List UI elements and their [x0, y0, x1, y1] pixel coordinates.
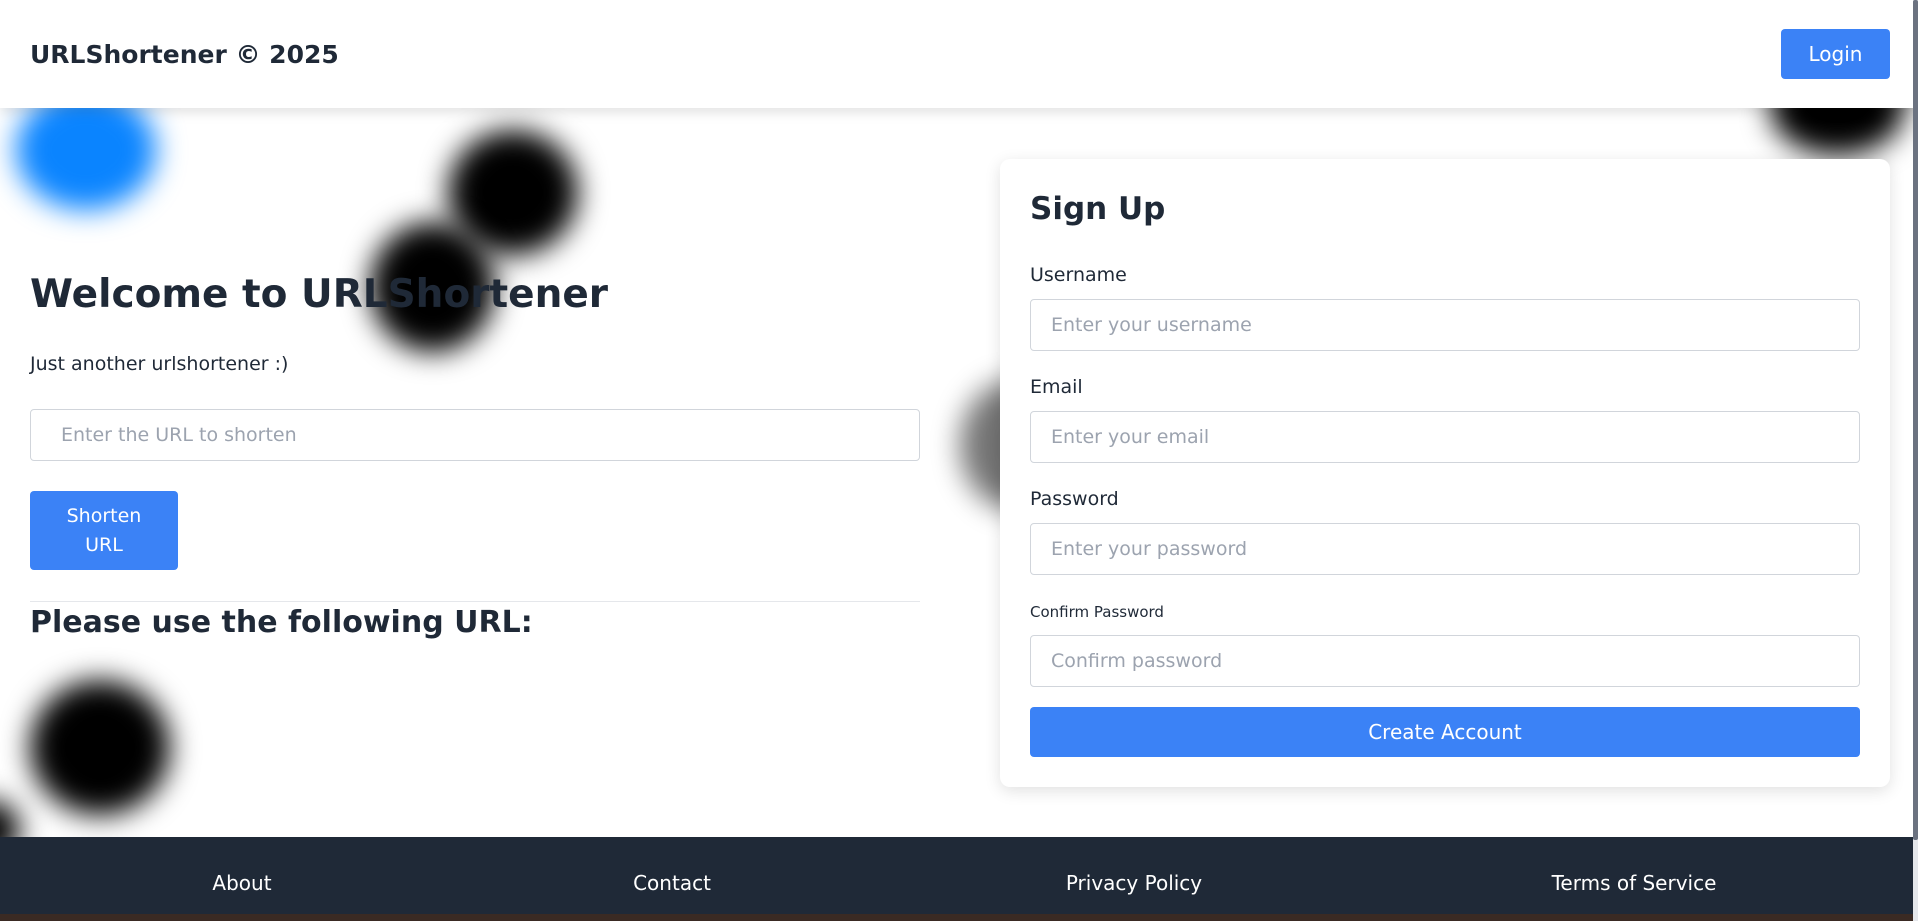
footer-link-privacy-policy[interactable]: Privacy Policy	[1066, 871, 1202, 895]
email-label: Email	[1030, 376, 1083, 398]
decorative-dark-blob	[30, 680, 170, 815]
create-account-button[interactable]: Create Account	[1030, 707, 1860, 757]
footer-link-about[interactable]: About	[212, 871, 271, 895]
confirm-password-label: Confirm Password	[1030, 603, 1164, 621]
password-field[interactable]	[1030, 523, 1860, 575]
scrollbar-thumb[interactable]	[1913, 0, 1918, 840]
window-bottom-strip	[0, 914, 1918, 921]
top-navbar: URLShortener © 2025 Login	[0, 0, 1918, 108]
username-label: Username	[1030, 264, 1127, 286]
username-field[interactable]	[1030, 299, 1860, 351]
confirm-password-field[interactable]	[1030, 635, 1860, 687]
password-label: Password	[1030, 488, 1119, 510]
shorten-url-button[interactable]: Shorten URL	[30, 491, 178, 570]
footer-link-contact[interactable]: Contact	[633, 871, 711, 895]
footer: About Contact Privacy Policy Terms of Se…	[0, 837, 1918, 921]
section-divider	[30, 601, 920, 602]
email-field[interactable]	[1030, 411, 1860, 463]
signup-card: Sign Up Username Email Password Confirm …	[1000, 159, 1890, 787]
welcome-heading: Welcome to URLShortener	[30, 272, 609, 317]
decorative-blue-blob	[16, 90, 156, 210]
tagline: Just another urlshortener :)	[30, 353, 289, 375]
result-heading: Please use the following URL:	[30, 605, 533, 640]
url-input[interactable]	[30, 409, 920, 461]
login-button[interactable]: Login	[1781, 29, 1890, 79]
signup-title: Sign Up	[1030, 191, 1166, 227]
page: URLShortener © 2025 Login Welcome to URL…	[0, 0, 1918, 921]
footer-link-terms-of-service[interactable]: Terms of Service	[1552, 871, 1717, 895]
brand-title: URLShortener © 2025	[30, 40, 339, 69]
